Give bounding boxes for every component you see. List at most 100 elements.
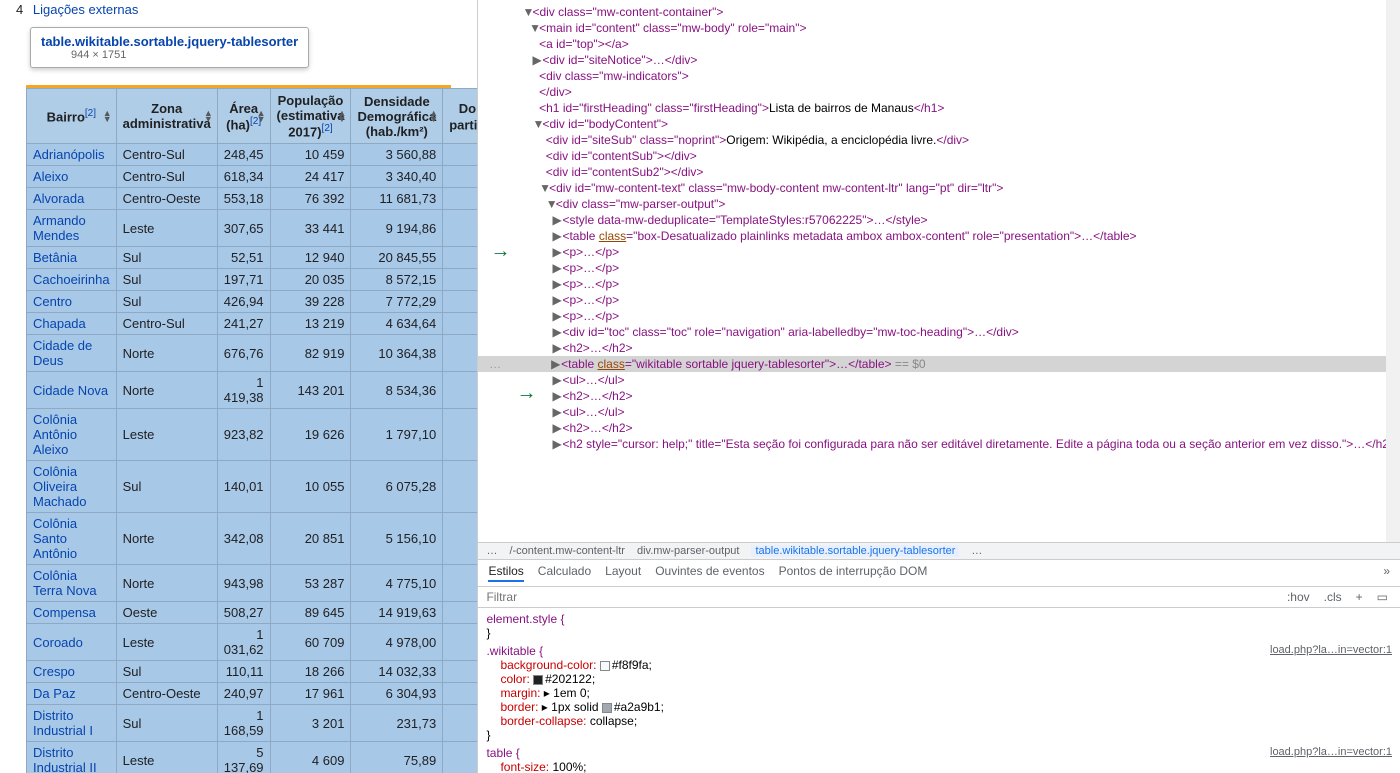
add-rule-button[interactable]: + — [1352, 590, 1367, 604]
bairro-link[interactable]: Distrito Industrial II — [27, 742, 117, 773]
table-row: CrespoSul110,1118 26614 032,334 312 — [27, 661, 478, 683]
table-row: Colônia Oliveira MachadoSul140,0110 0556… — [27, 461, 478, 513]
pop-cell: 18 266 — [270, 661, 351, 683]
tab-estilos[interactable]: Estilos — [488, 564, 523, 582]
area-cell: 553,18 — [217, 188, 270, 210]
zone-cell: Sul — [116, 661, 217, 683]
source-link[interactable]: load.php?la…in=vector:1 — [1270, 644, 1392, 656]
toc-item[interactable]: 4 Ligações externas — [0, 0, 477, 19]
bairro-link[interactable]: Armando Mendes — [27, 210, 117, 247]
bairros-table[interactable]: Bairro[2]▲▼ Zonaadministrativa▲▼ Área(ha… — [26, 88, 477, 773]
bairro-link[interactable]: Colônia Santo Antônio — [27, 513, 117, 565]
bairro-link[interactable]: Cachoeirinha — [27, 269, 117, 291]
device-icon[interactable]: ▭ — [1373, 590, 1392, 604]
dens-cell: 14 032,33 — [351, 661, 443, 683]
sort-icon[interactable]: ▲▼ — [257, 110, 266, 122]
pop-cell: 3 201 — [270, 705, 351, 742]
sort-icon[interactable]: ▲▼ — [338, 110, 347, 122]
breadcrumb-bar[interactable]: … /-content.mw-content-ltr div.mw-parser… — [478, 542, 1400, 560]
bairro-link[interactable]: Aleixo — [27, 166, 117, 188]
area-cell: 52,51 — [217, 247, 270, 269]
col-area[interactable]: Área(ha)[2]▲▼ — [217, 89, 270, 144]
bc-ellipsis[interactable]: … — [971, 545, 982, 557]
bairro-link[interactable]: Crespo — [27, 661, 117, 683]
dens-cell: 4 775,10 — [351, 565, 443, 602]
area-cell: 5 137,69 — [217, 742, 270, 773]
zone-cell: Norte — [116, 565, 217, 602]
area-cell: 426,94 — [217, 291, 270, 313]
tooltip-selector: table.wikitable.sortable.jquery-tablesor… — [41, 34, 298, 49]
col-dens[interactable]: Densidade Demográfica(hab./km²)▲▼ — [351, 89, 443, 144]
bc-item[interactable]: div.mw-parser-output — [637, 545, 740, 557]
pop-cell: 82 919 — [270, 335, 351, 372]
zone-cell: Sul — [116, 705, 217, 742]
area-cell: 508,27 — [217, 602, 270, 624]
elements-tree[interactable]: → → ▼<div class="mw-content-container"> … — [478, 0, 1400, 542]
bairro-link[interactable]: Colônia Oliveira Machado — [27, 461, 117, 513]
zone-cell: Norte — [116, 372, 217, 409]
bairro-link[interactable]: Cidade Nova — [27, 372, 117, 409]
bairro-link[interactable]: Chapada — [27, 313, 117, 335]
bairro-link[interactable]: Adrianópolis — [27, 144, 117, 166]
tab-layout[interactable]: Layout — [605, 564, 641, 582]
sort-icon[interactable]: ▲▼ — [204, 110, 213, 122]
zone-cell: Leste — [116, 210, 217, 247]
bairro-link[interactable]: Colônia Terra Nova — [27, 565, 117, 602]
filter-input[interactable] — [486, 590, 1277, 604]
pop-cell: 89 645 — [270, 602, 351, 624]
area-cell: 923,82 — [217, 409, 270, 461]
dom-cell: 812 — [443, 705, 478, 742]
col-pop[interactable]: População(estimativa 2017)[2]▲▼ — [270, 89, 351, 144]
dens-cell: 75,89 — [351, 742, 443, 773]
bc-item-active[interactable]: table.wikitable.sortable.jquery-tablesor… — [751, 545, 959, 557]
sort-icon[interactable]: ▲▼ — [103, 110, 112, 122]
col-dom[interactable]: Domicíliosparticulares[2]▲▼ — [443, 89, 478, 144]
table-row: CompensaOeste508,2789 64514 919,6319 956 — [27, 602, 478, 624]
tab-calculado[interactable]: Calculado — [538, 564, 591, 582]
col-zona[interactable]: Zonaadministrativa▲▼ — [116, 89, 217, 144]
bairro-link[interactable]: Distrito Industrial I — [27, 705, 117, 742]
dom-cell: 7 402 — [443, 210, 478, 247]
col-bairro[interactable]: Bairro[2]▲▼ — [27, 89, 117, 144]
tab-ouvintes[interactable]: Ouvintes de eventos — [655, 564, 764, 582]
bc-ellipsis[interactable]: … — [486, 545, 497, 557]
selected-element[interactable]: … ▶<table class="wikitable sortable jque… — [478, 356, 1400, 372]
tab-pontos[interactable]: Pontos de interrupção DOM — [779, 564, 928, 582]
bairro-link[interactable]: Alvorada — [27, 188, 117, 210]
dom-cell: 12 778 — [443, 565, 478, 602]
bairro-link[interactable]: Betânia — [27, 247, 117, 269]
more-icon[interactable]: » — [1383, 564, 1390, 582]
bairro-link[interactable]: Colônia Antônio Aleixo — [27, 409, 117, 461]
source-link[interactable]: load.php?la…in=vector:1 — [1270, 746, 1392, 758]
pop-cell: 33 441 — [270, 210, 351, 247]
table-row: AleixoCentro-Sul618,3424 4173 340,406 10… — [27, 166, 478, 188]
scrollbar[interactable] — [1386, 0, 1400, 542]
styles-pane[interactable]: element.style { } load.php?la…in=vector:… — [478, 608, 1400, 773]
dom-cell: 19 956 — [443, 602, 478, 624]
bairro-link[interactable]: Da Paz — [27, 683, 117, 705]
bairro-link[interactable]: Cidade de Deus — [27, 335, 117, 372]
bairro-link[interactable]: Compensa — [27, 602, 117, 624]
dom-cell: 10 828 — [443, 291, 478, 313]
area-cell: 197,71 — [217, 269, 270, 291]
cls-button[interactable]: .cls — [1320, 590, 1346, 604]
toc-number: 4 — [16, 2, 23, 17]
area-cell: 248,45 — [217, 144, 270, 166]
dom-cell: 2 140 — [443, 461, 478, 513]
dom-cell: 1 263 — [443, 742, 478, 773]
bairro-link[interactable]: Coroado — [27, 624, 117, 661]
dens-cell: 11 681,73 — [351, 188, 443, 210]
hov-button[interactable]: :hov — [1283, 590, 1314, 604]
dens-cell: 6 075,28 — [351, 461, 443, 513]
pop-cell: 19 626 — [270, 409, 351, 461]
table-row: Colônia Terra NovaNorte943,9853 2874 775… — [27, 565, 478, 602]
sort-icon[interactable]: ▲▼ — [429, 110, 438, 122]
area-cell: 1 031,62 — [217, 624, 270, 661]
area-cell: 1 168,59 — [217, 705, 270, 742]
bc-item[interactable]: /-content.mw-content-ltr — [509, 545, 625, 557]
table-row: CoroadoLeste1 031,6260 7094 978,0014 571 — [27, 624, 478, 661]
pop-cell: 12 940 — [270, 247, 351, 269]
zone-cell: Centro-Oeste — [116, 188, 217, 210]
toc-link[interactable]: Ligações externas — [33, 2, 139, 17]
bairro-link[interactable]: Centro — [27, 291, 117, 313]
